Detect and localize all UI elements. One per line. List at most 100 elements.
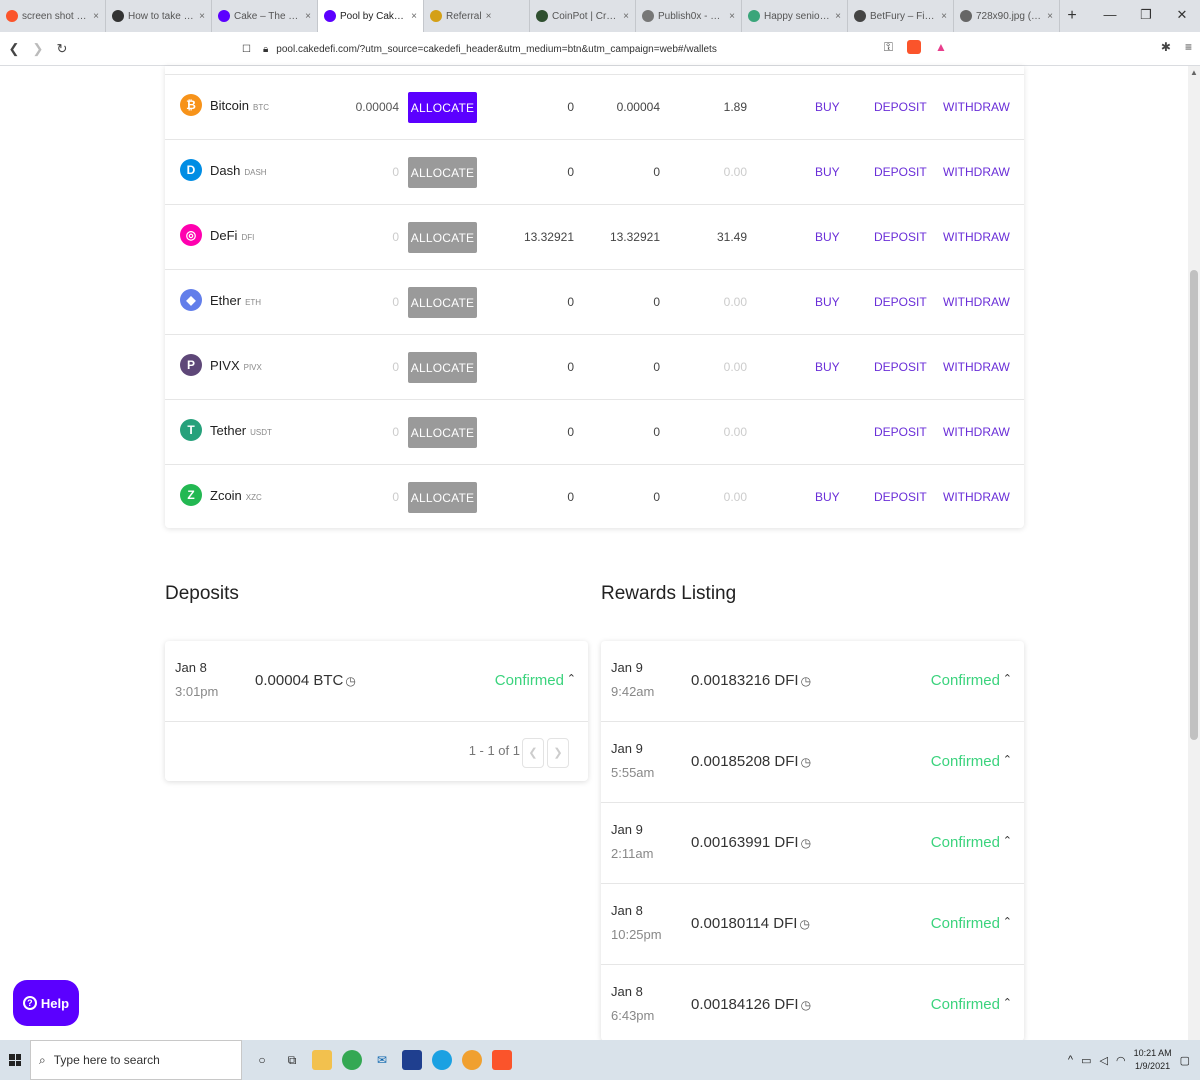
browser-tab[interactable]: Happy senior businessm×: [742, 0, 848, 32]
tab-close-icon[interactable]: ×: [305, 11, 311, 22]
extensions-icon[interactable]: ✱: [1161, 40, 1171, 55]
cake-app-icon[interactable]: [462, 1050, 482, 1070]
chevron-up-icon[interactable]: ⌃: [1003, 915, 1012, 928]
deposit-link[interactable]: DEPOSIT: [874, 100, 927, 114]
allocate-button[interactable]: ALLOCATE: [408, 417, 477, 448]
next-page-button[interactable]: ❯: [547, 738, 569, 768]
withdraw-link[interactable]: WITHDRAW: [943, 425, 1010, 439]
browser-tab[interactable]: 728x90.jpg (728×90) ×: [954, 0, 1060, 32]
chevron-up-icon[interactable]: ⌃: [1003, 996, 1012, 1009]
transaction-row[interactable]: Jan 9 2:11am 0.00163991 DFI ◷ Confirmed ⌃: [601, 803, 1024, 884]
maximize-button[interactable]: ❐: [1128, 0, 1164, 32]
weather-channel-icon[interactable]: [402, 1050, 422, 1070]
browser-tab[interactable]: How to take a screenshot ×: [106, 0, 212, 32]
tab-close-icon[interactable]: ×: [729, 11, 735, 22]
tab-close-icon[interactable]: ×: [1047, 11, 1053, 22]
chevron-up-icon[interactable]: ⌃: [567, 672, 576, 685]
lock-icon[interactable]: 🔒︎: [263, 44, 268, 55]
browser-tab[interactable]: Cake – The most transparent×: [212, 0, 318, 32]
mail-icon[interactable]: ✉: [372, 1050, 392, 1070]
wifi-icon[interactable]: ◠: [1116, 1054, 1126, 1067]
transaction-row[interactable]: Jan 8 6:43pm 0.00184126 DFI ◷ Confirmed ⌃: [601, 965, 1024, 1041]
start-button[interactable]: [0, 1040, 30, 1080]
tray-chevron-icon[interactable]: ^: [1068, 1054, 1073, 1066]
browser-tab[interactable]: BetFury – First i-Gaming ×: [848, 0, 954, 32]
volume-icon[interactable]: ◁: [1099, 1054, 1107, 1067]
allocate-button[interactable]: ALLOCATE: [408, 222, 477, 253]
buy-link[interactable]: BUY: [815, 230, 840, 244]
buy-link[interactable]: BUY: [815, 100, 840, 114]
chrome-icon[interactable]: [342, 1050, 362, 1070]
chevron-up-icon[interactable]: ⌃: [1003, 753, 1012, 766]
transaction-row[interactable]: Jan 8 3:01pm 0.00004 BTC ◷ Confirmed ⌃: [165, 641, 588, 722]
deposit-link[interactable]: DEPOSIT: [874, 425, 927, 439]
tab-close-icon[interactable]: ×: [835, 11, 841, 22]
buy-link[interactable]: BUY: [815, 295, 840, 309]
page-scrollbar[interactable]: ▲: [1188, 66, 1200, 1042]
tab-close-icon[interactable]: ×: [623, 11, 629, 22]
allocate-button[interactable]: ALLOCATE: [408, 157, 477, 188]
reload-icon[interactable]: ↻: [52, 41, 72, 57]
withdraw-link[interactable]: WITHDRAW: [943, 165, 1010, 179]
brave-shield-icon[interactable]: [907, 40, 922, 54]
minimize-button[interactable]: —: [1092, 0, 1128, 32]
allocated-value: 0: [567, 295, 574, 309]
key-icon[interactable]: ⚿: [884, 40, 893, 55]
brave-rewards-icon[interactable]: ▲: [935, 40, 947, 55]
scroll-thumb[interactable]: [1190, 270, 1198, 740]
browser-tab[interactable]: screen shot on windows ×: [0, 0, 106, 32]
cortana-icon[interactable]: ○: [252, 1050, 272, 1070]
withdraw-link[interactable]: WITHDRAW: [943, 100, 1010, 114]
deposit-link[interactable]: DEPOSIT: [874, 360, 927, 374]
scroll-up-icon[interactable]: ▲: [1190, 68, 1198, 77]
allocate-button[interactable]: ALLOCATE: [408, 352, 477, 383]
chevron-up-icon[interactable]: ⌃: [1003, 834, 1012, 847]
brave-icon[interactable]: [492, 1050, 512, 1070]
tab-close-icon[interactable]: ×: [486, 11, 492, 22]
deposit-link[interactable]: DEPOSIT: [874, 165, 927, 179]
allocate-button[interactable]: ALLOCATE: [408, 482, 477, 513]
file-explorer-icon[interactable]: [312, 1050, 332, 1070]
deposit-link[interactable]: DEPOSIT: [874, 230, 927, 244]
bookmark-icon[interactable]: ☐: [242, 44, 251, 55]
back-icon[interactable]: ❮: [4, 41, 24, 57]
close-button[interactable]: ✕: [1164, 0, 1200, 32]
withdraw-link[interactable]: WITHDRAW: [943, 230, 1010, 244]
tx-date: Jan 9: [611, 741, 643, 756]
allocate-button[interactable]: ALLOCATE: [408, 287, 477, 318]
buy-link[interactable]: BUY: [815, 490, 840, 504]
buy-link[interactable]: BUY: [815, 360, 840, 374]
browser-tab[interactable]: Referral ×: [424, 0, 530, 32]
tab-close-icon[interactable]: ×: [199, 11, 205, 22]
task-view-icon[interactable]: ⧉: [282, 1050, 302, 1070]
buy-link[interactable]: BUY: [815, 165, 840, 179]
new-tab-button[interactable]: +: [1060, 7, 1084, 25]
allocate-button[interactable]: ALLOCATE: [408, 92, 477, 123]
withdraw-link[interactable]: WITHDRAW: [943, 360, 1010, 374]
url-field[interactable]: ☐ 🔒︎ pool.cakedefi.com/?utm_source=caked…: [242, 39, 942, 59]
taskbar-clock[interactable]: 10:21 AM 1/9/2021: [1134, 1047, 1172, 1073]
network-icon[interactable]: ▭: [1081, 1054, 1091, 1067]
transaction-row[interactable]: Jan 9 5:55am 0.00185208 DFI ◷ Confirmed ⌃: [601, 722, 1024, 803]
deposit-link[interactable]: DEPOSIT: [874, 490, 927, 504]
withdraw-link[interactable]: WITHDRAW: [943, 295, 1010, 309]
deposit-link[interactable]: DEPOSIT: [874, 295, 927, 309]
chevron-up-icon[interactable]: ⌃: [1003, 672, 1012, 685]
withdraw-link[interactable]: WITHDRAW: [943, 490, 1010, 504]
edge-icon[interactable]: [432, 1050, 452, 1070]
tab-close-icon[interactable]: ×: [411, 11, 417, 22]
menu-icon[interactable]: ≡: [1185, 40, 1192, 55]
tab-close-icon[interactable]: ×: [941, 11, 947, 22]
notifications-icon[interactable]: ▢: [1180, 1054, 1190, 1067]
browser-tab[interactable]: Publish0x - Earn Crypto ×: [636, 0, 742, 32]
forward-icon[interactable]: ❯: [28, 41, 48, 57]
transaction-row[interactable]: Jan 8 10:25pm 0.00180114 DFI ◷ Confirmed ⌃: [601, 884, 1024, 965]
prev-page-button[interactable]: ❮: [522, 738, 544, 768]
coin-label: DeFi: [210, 228, 238, 243]
transaction-row[interactable]: Jan 9 9:42am 0.00183216 DFI ◷ Confirmed ⌃: [601, 641, 1024, 722]
help-button[interactable]: ? Help: [13, 980, 79, 1026]
browser-tab[interactable]: CoinPot | Cryptocurrency×: [530, 0, 636, 32]
browser-tab[interactable]: Pool by Cake – Get c ×: [318, 0, 424, 32]
tab-close-icon[interactable]: ×: [93, 11, 99, 22]
taskbar-search[interactable]: ⌕ Type here to search: [30, 1040, 242, 1080]
